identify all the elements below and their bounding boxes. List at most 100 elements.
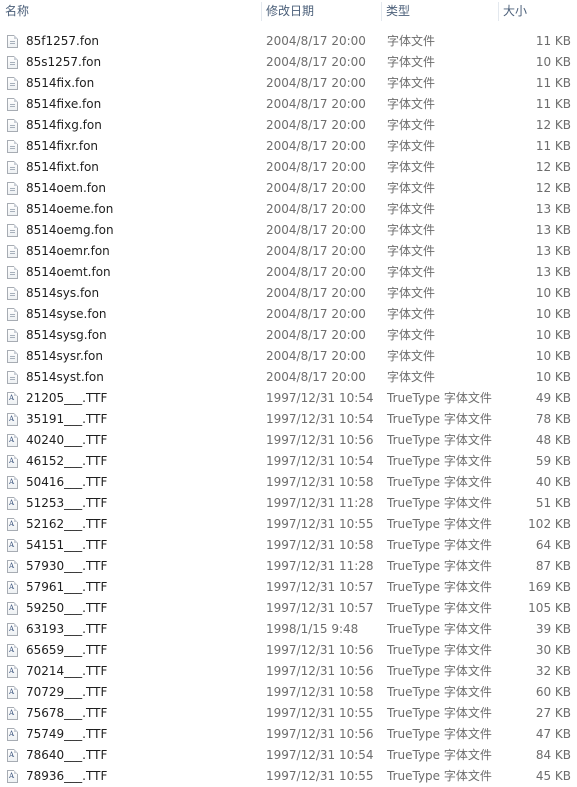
file-row[interactable]: 85s1257.fon 2004/8/17 20:00 字体文件 10 KB (0, 52, 577, 73)
column-header-type[interactable]: 类型 (381, 0, 498, 24)
file-row[interactable]: 8514sysg.fon 2004/8/17 20:00 字体文件 10 KB (0, 325, 577, 346)
file-row[interactable]: 54151___.TTF 1997/12/31 10:58 TrueType 字体文… (0, 535, 577, 556)
file-row[interactable]: 65659___.TTF 1997/12/31 10:56 TrueType 字体文… (0, 640, 577, 661)
font-file-icon (7, 245, 18, 258)
file-row[interactable]: 8514fixg.fon 2004/8/17 20:00 字体文件 12 KB (0, 115, 577, 136)
file-date-modified: 2004/8/17 20:00 (266, 286, 366, 300)
file-type: TrueType 字体文件 (387, 664, 492, 678)
file-row[interactable]: 8514fixe.fon 2004/8/17 20:00 字体文件 11 KB (0, 94, 577, 115)
file-row[interactable]: 70214___.TTF 1997/12/31 10:56 TrueType 字体文… (0, 661, 577, 682)
file-row[interactable]: 8514oemr.fon 2004/8/17 20:00 字体文件 13 KB (0, 241, 577, 262)
font-file-icon (7, 98, 18, 111)
file-row[interactable]: 8514fixr.fon 2004/8/17 20:00 字体文件 11 KB (0, 136, 577, 157)
file-row[interactable]: 85f1257.fon 2004/8/17 20:00 字体文件 11 KB (0, 31, 577, 52)
file-row[interactable]: 50416___.TTF 1997/12/31 10:58 TrueType 字体文… (0, 472, 577, 493)
file-row[interactable]: 8514sys.fon 2004/8/17 20:00 字体文件 10 KB (0, 283, 577, 304)
file-size: 10 KB (535, 286, 571, 300)
truetype-font-file-icon (7, 686, 18, 699)
file-row[interactable]: 8514oemt.fon 2004/8/17 20:00 字体文件 13 KB (0, 262, 577, 283)
file-name: 8514oem.fon (26, 181, 106, 195)
file-type: TrueType 字体文件 (387, 496, 492, 510)
file-row[interactable]: 35191___.TTF 1997/12/31 10:54 TrueType 字体文… (0, 409, 577, 430)
column-header-bar: 名称 修改日期 类型 大小 (0, 0, 577, 24)
file-name: 46152___.TTF (26, 454, 108, 468)
file-type: TrueType 字体文件 (387, 601, 492, 615)
truetype-font-file-icon (7, 476, 18, 489)
file-type: 字体文件 (387, 286, 436, 300)
file-row[interactable]: 8514fix.fon 2004/8/17 20:00 字体文件 11 KB (0, 73, 577, 94)
truetype-font-file-icon (7, 728, 18, 741)
column-header-date-modified[interactable]: 修改日期 (261, 0, 381, 24)
file-name: 8514fixe.fon (26, 97, 102, 111)
file-row[interactable]: 8514oemg.fon 2004/8/17 20:00 字体文件 13 KB (0, 220, 577, 241)
file-row[interactable]: 75678___.TTF 1997/12/31 10:55 TrueType 字体文… (0, 703, 577, 724)
truetype-font-file-icon (7, 644, 18, 657)
file-name: 57930___.TTF (26, 559, 108, 573)
file-date-modified: 2004/8/17 20:00 (266, 223, 366, 237)
file-size: 13 KB (535, 202, 571, 216)
file-type: 字体文件 (387, 97, 436, 111)
file-date-modified: 1997/12/31 10:58 (266, 475, 374, 489)
truetype-font-file-icon (7, 455, 18, 468)
font-file-icon (7, 287, 18, 300)
file-type: 字体文件 (387, 223, 436, 237)
file-row[interactable]: 51253___.TTF 1997/12/31 11:28 TrueType 字体文… (0, 493, 577, 514)
file-type: 字体文件 (387, 139, 436, 153)
file-size: 105 KB (528, 601, 571, 615)
file-row[interactable]: 57930___.TTF 1997/12/31 11:28 TrueType 字体文… (0, 556, 577, 577)
column-header-size[interactable]: 大小 (498, 0, 577, 24)
file-date-modified: 1997/12/31 10:55 (266, 706, 374, 720)
file-size: 48 KB (535, 433, 571, 447)
file-name: 21205___.TTF (26, 391, 108, 405)
file-type: TrueType 字体文件 (387, 559, 492, 573)
file-name: 8514sys.fon (26, 286, 100, 300)
file-name: 70214___.TTF (26, 664, 108, 678)
file-row[interactable]: 8514oem.fon 2004/8/17 20:00 字体文件 12 KB (0, 178, 577, 199)
file-row[interactable]: 8514syst.fon 2004/8/17 20:00 字体文件 10 KB (0, 367, 577, 388)
truetype-font-file-icon (7, 665, 18, 678)
file-row[interactable]: 78640___.TTF 1997/12/31 10:54 TrueType 字体文… (0, 745, 577, 766)
file-row[interactable]: 8514sysr.fon 2004/8/17 20:00 字体文件 10 KB (0, 346, 577, 367)
file-size: 45 KB (535, 769, 571, 783)
file-row[interactable]: 46152___.TTF 1997/12/31 10:54 TrueType 字体文… (0, 451, 577, 472)
file-type: TrueType 字体文件 (387, 433, 492, 447)
font-file-icon (7, 35, 18, 48)
file-row[interactable]: 8514fixt.fon 2004/8/17 20:00 字体文件 12 KB (0, 157, 577, 178)
file-date-modified: 2004/8/17 20:00 (266, 370, 366, 384)
file-row[interactable]: 40240___.TTF 1997/12/31 10:56 TrueType 字体文… (0, 430, 577, 451)
file-row[interactable]: 21205___.TTF 1997/12/31 10:54 TrueType 字体文… (0, 388, 577, 409)
font-file-icon (7, 77, 18, 90)
truetype-font-file-icon (7, 497, 18, 510)
file-name: 8514syst.fon (26, 370, 104, 384)
file-type: TrueType 字体文件 (387, 706, 492, 720)
file-name: 57961___.TTF (26, 580, 108, 594)
file-date-modified: 1997/12/31 10:57 (266, 601, 374, 615)
file-size: 87 KB (535, 559, 571, 573)
file-row[interactable]: 52162___.TTF 1997/12/31 10:55 TrueType 字体文… (0, 514, 577, 535)
file-date-modified: 1998/1/15 9:48 (266, 622, 359, 636)
file-row[interactable]: 70729___.TTF 1997/12/31 10:58 TrueType 字体文… (0, 682, 577, 703)
file-type: TrueType 字体文件 (387, 622, 492, 636)
file-row[interactable]: 8514syse.fon 2004/8/17 20:00 字体文件 10 KB (0, 304, 577, 325)
file-size: 11 KB (535, 139, 571, 153)
truetype-font-file-icon (7, 707, 18, 720)
file-size: 13 KB (535, 223, 571, 237)
file-type: 字体文件 (387, 76, 436, 90)
file-size: 47 KB (535, 727, 571, 741)
font-file-icon (7, 350, 18, 363)
file-row[interactable]: 59250___.TTF 1997/12/31 10:57 TrueType 字体文… (0, 598, 577, 619)
file-row[interactable]: 57961___.TTF 1997/12/31 10:57 TrueType 字体文… (0, 577, 577, 598)
file-row[interactable]: 63193___.TTF 1998/1/15 9:48 TrueType 字体文件 3… (0, 619, 577, 640)
file-row[interactable]: 8514oeme.fon 2004/8/17 20:00 字体文件 13 KB (0, 199, 577, 220)
file-size: 102 KB (528, 517, 571, 531)
file-name: 54151___.TTF (26, 538, 108, 552)
truetype-font-file-icon (7, 434, 18, 447)
file-size: 40 KB (535, 475, 571, 489)
file-row[interactable]: 78936___.TTF 1997/12/31 10:55 TrueType 字体文… (0, 766, 577, 787)
file-size: 11 KB (535, 76, 571, 90)
column-header-name[interactable]: 名称 (0, 0, 261, 24)
file-date-modified: 2004/8/17 20:00 (266, 34, 366, 48)
file-row[interactable]: 75749___.TTF 1997/12/31 10:56 TrueType 字体文… (0, 724, 577, 745)
font-file-icon (7, 119, 18, 132)
font-file-icon (7, 182, 18, 195)
